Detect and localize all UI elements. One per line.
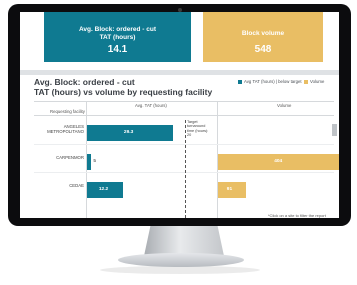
kpi-value: 14.1 — [107, 44, 128, 55]
column-header-facility: Requesting facility — [50, 109, 85, 114]
panel-title: Avg. Block: ordered - cut TAT (hours) vs… — [34, 77, 213, 97]
header-top-rule — [34, 101, 334, 102]
volume-bar-label: 91 — [226, 187, 233, 192]
column-header-tat: Avg. TAT (hours) — [135, 103, 167, 108]
legend-swatch-gold — [304, 79, 308, 84]
kpi-value: 548 — [254, 44, 272, 55]
facility-label-carpenmor[interactable]: CARPENMOR — [34, 155, 84, 160]
legend-item-tat[interactable]: Avg TAT (hours) | below target — [238, 79, 302, 84]
panel-title-line2: TAT (hours) vs volume by requesting faci… — [34, 86, 213, 97]
facility-label-angeles[interactable]: ANGELES METROPOLITANO — [34, 124, 84, 134]
kpi-avg-block-tat[interactable]: Avg. Block: ordered - cut TAT (hours) 14… — [44, 12, 191, 62]
monitor-stand-base — [118, 253, 244, 267]
legend-swatch-teal — [238, 79, 242, 84]
tat-bar-label: 12.2 — [98, 187, 109, 192]
monitor-bezel: Avg. Block: ordered - cut TAT (hours) 14… — [8, 4, 351, 226]
kpi-label: Block volume — [241, 30, 285, 37]
facility-label-cedae[interactable]: CEDAE — [34, 183, 84, 188]
tat-bar-label: 5 — [93, 159, 97, 164]
legend-item-volume[interactable]: Volume — [304, 79, 324, 84]
legend-label: Volume — [310, 79, 325, 84]
kpi-block-volume[interactable]: Block volume 548 — [203, 12, 323, 62]
header-bottom-rule — [34, 115, 334, 116]
kpi-label-line2: TAT (hours) — [99, 34, 136, 41]
target-note: Target turnaround time (hours): 20 — [187, 120, 209, 138]
section-divider — [20, 70, 339, 75]
legend-label: Avg TAT (hours) | below target — [244, 79, 302, 84]
monitor-stand-neck — [144, 226, 224, 256]
column-header-volume: Volume — [277, 103, 292, 108]
row-divider — [34, 172, 334, 173]
footnote: *Click on a site to filter the report — [268, 213, 326, 218]
scrollbar-thumb[interactable] — [332, 124, 337, 136]
monitor-shadow — [100, 266, 260, 274]
tat-bar-carpenmor[interactable] — [87, 154, 92, 170]
dashboard-screen: Avg. Block: ordered - cut TAT (hours) 14… — [20, 12, 339, 218]
target-line — [185, 120, 186, 218]
tat-bar-label: 29.3 — [123, 130, 134, 135]
kpi-label-line1: Avg. Block: ordered - cut — [78, 26, 157, 33]
volume-bar-label: 404 — [274, 159, 283, 164]
row-divider — [34, 144, 334, 145]
